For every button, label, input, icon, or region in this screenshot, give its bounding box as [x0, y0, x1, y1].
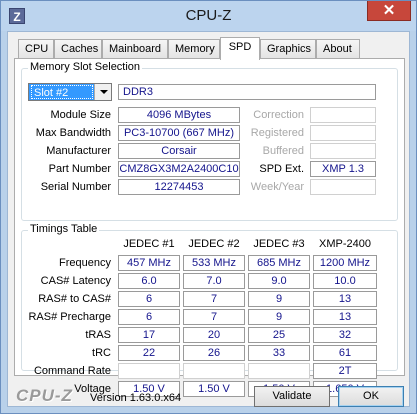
client-area: CPU Caches Mainboard Memory SPD Graphics…: [7, 31, 410, 407]
frequency-value: 685 MHz: [248, 255, 310, 271]
frequency-value: 457 MHz: [118, 255, 180, 271]
voltage-value: 1.50 V: [183, 381, 245, 397]
memory-type-value: DDR3: [118, 84, 376, 100]
frequency-value: 533 MHz: [183, 255, 245, 271]
column-header-xmp-2400: XMP-2400: [319, 238, 371, 250]
max-bandwidth-label: Max Bandwidth: [35, 127, 111, 139]
ras-precharge-value: 6: [118, 309, 180, 325]
buffered-label: Buffered: [262, 145, 304, 157]
ras-precharge-value: 13: [313, 309, 377, 325]
serial-number-value: 12274453: [118, 179, 240, 195]
correction-label: Correction: [253, 109, 304, 121]
buffered-value: [310, 143, 376, 159]
cas-latency-value: 7.0: [183, 273, 245, 289]
spd-panel: Memory Slot Selection Slot #2 DDR3 Modul…: [14, 58, 405, 397]
tras-value: 17: [118, 327, 180, 343]
command-rate-value: [183, 363, 245, 379]
slot-select-value: Slot #2: [31, 85, 93, 99]
tab-spd[interactable]: SPD: [220, 37, 260, 60]
part-number-value: CMZ8GX3M2A2400C10: [118, 161, 240, 177]
serial-number-label: Serial Number: [40, 181, 111, 193]
module-size-value: 4096 MBytes: [118, 107, 240, 123]
title-bar[interactable]: Z CPU-Z ✕: [1, 1, 416, 31]
window-title: CPU-Z: [185, 7, 232, 24]
part-number-label: Part Number: [48, 163, 111, 175]
spd-ext-label: SPD Ext.: [259, 163, 304, 175]
column-header-jedec-2: JEDEC #2: [188, 238, 240, 250]
slot-select[interactable]: Slot #2: [28, 83, 112, 101]
memory-slot-selection-legend: Memory Slot Selection: [28, 61, 143, 73]
registered-value: [310, 125, 376, 141]
command-rate-value: [248, 363, 310, 379]
tras-value: 20: [183, 327, 245, 343]
correction-value: [310, 107, 376, 123]
frequency-label: Frequency: [59, 257, 111, 269]
tras-value: 25: [248, 327, 310, 343]
cas-latency-value: 9.0: [248, 273, 310, 289]
chevron-down-icon[interactable]: [94, 84, 111, 100]
column-header-jedec-1: JEDEC #1: [123, 238, 175, 250]
tab-graphics[interactable]: Graphics: [260, 39, 316, 59]
command-rate-value: 2T: [313, 363, 377, 379]
max-bandwidth-value: PC3-10700 (667 MHz): [118, 125, 240, 141]
command-rate-label: Command Rate: [33, 365, 111, 377]
tab-memory[interactable]: Memory: [168, 39, 220, 59]
trc-value: 61: [313, 345, 377, 361]
tab-cpu[interactable]: CPU: [18, 39, 54, 59]
ras-to-cas-value: 7: [183, 291, 245, 307]
manufacturer-label: Manufacturer: [46, 145, 111, 157]
spd-ext-value: XMP 1.3: [310, 161, 376, 177]
cas-latency-label: CAS# Latency: [40, 275, 111, 287]
cas-latency-value: 6.0: [118, 273, 180, 289]
tras-label: tRAS: [85, 329, 111, 341]
week-year-label: Week/Year: [250, 181, 304, 193]
ras-to-cas-value: 13: [313, 291, 377, 307]
ras-to-cas-value: 9: [248, 291, 310, 307]
ras-precharge-label: RAS# Precharge: [28, 311, 111, 323]
ras-precharge-value: 9: [248, 309, 310, 325]
ras-precharge-value: 7: [183, 309, 245, 325]
cas-latency-value: 10.0: [313, 273, 377, 289]
trc-value: 33: [248, 345, 310, 361]
trc-value: 26: [183, 345, 245, 361]
tras-value: 32: [313, 327, 377, 343]
trc-label: tRC: [92, 347, 111, 359]
tab-about[interactable]: About: [316, 39, 360, 59]
ras-to-cas-value: 6: [118, 291, 180, 307]
version-text: Version 1.63.0.x64: [90, 392, 182, 404]
memory-slot-selection-group: Memory Slot Selection Slot #2 DDR3 Modul…: [21, 61, 398, 221]
ras-to-cas-label: RAS# to CAS#: [38, 293, 111, 305]
column-header-jedec-3: JEDEC #3: [253, 238, 305, 250]
manufacturer-value: Corsair: [118, 143, 240, 159]
timings-table-group: Timings Table JEDEC #1 JEDEC #2 JEDEC #3…: [21, 223, 398, 397]
cpu-z-logo: CPU-Z: [16, 386, 73, 405]
close-button[interactable]: ✕: [367, 1, 411, 21]
timings-table-legend: Timings Table: [28, 223, 100, 235]
registered-label: Registered: [250, 127, 304, 139]
tab-mainboard[interactable]: Mainboard: [102, 39, 168, 59]
validate-button[interactable]: Validate: [254, 386, 330, 407]
tab-caches[interactable]: Caches: [54, 39, 102, 59]
frequency-value: 1200 MHz: [313, 255, 377, 271]
ok-button[interactable]: OK: [338, 386, 404, 407]
module-size-label: Module Size: [50, 109, 111, 121]
week-year-value: [310, 179, 376, 195]
trc-value: 22: [118, 345, 180, 361]
command-rate-value: [118, 363, 180, 379]
cpu-z-window: Z CPU-Z ✕ CPU Caches Mainboard Memory SP…: [0, 0, 417, 414]
